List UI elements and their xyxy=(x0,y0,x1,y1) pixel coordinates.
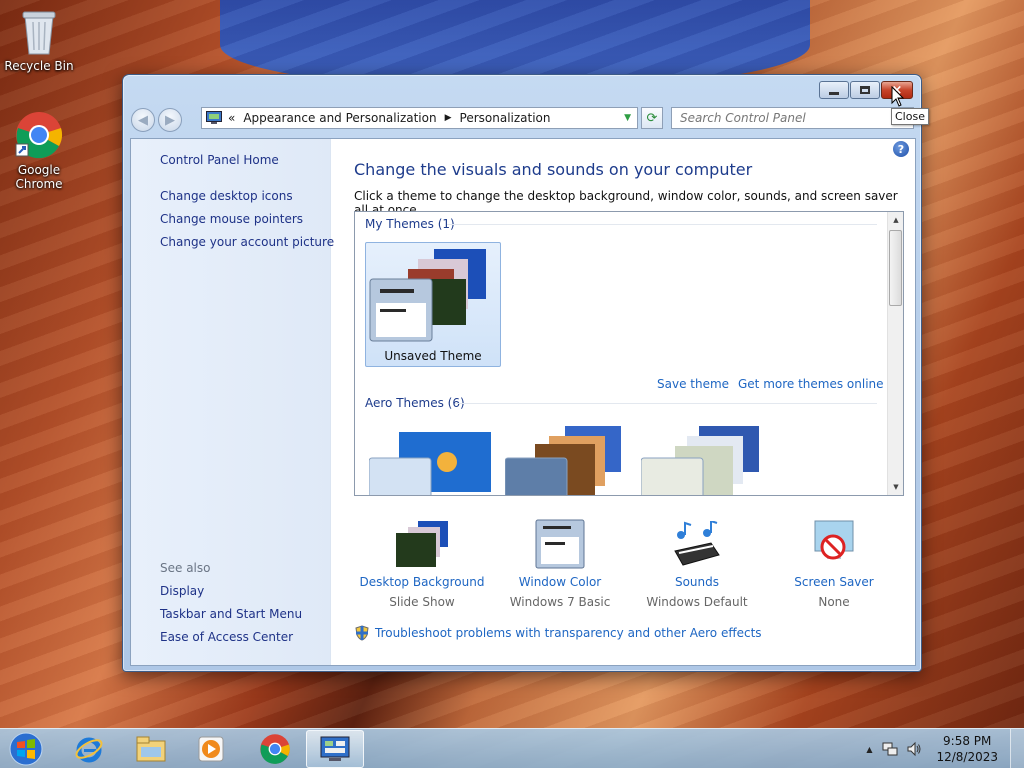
get-more-themes-link[interactable]: Get more themes online xyxy=(738,377,884,391)
aero-themes-heading: Aero Themes (6) xyxy=(365,396,465,410)
network-icon[interactable] xyxy=(882,741,898,757)
navigation-bar: ◀ ▶ « Appearance and Personalization ▶ P… xyxy=(131,107,914,133)
change-desktop-icons-link[interactable]: Change desktop icons xyxy=(160,189,293,203)
back-button[interactable]: ◀ xyxy=(131,108,155,132)
clock-time: 9:58 PM xyxy=(943,734,992,748)
sounds-label: Sounds xyxy=(674,575,720,589)
desktop-background-value: Slide Show xyxy=(389,595,455,609)
content-area: Control Panel Home Change desktop icons … xyxy=(130,138,916,666)
maximize-icon xyxy=(860,86,870,94)
scroll-up-icon[interactable]: ▲ xyxy=(888,212,903,228)
theme-tile-unsaved[interactable]: Unsaved Theme xyxy=(365,242,501,367)
clock[interactable]: 9:58 PM 12/8/2023 xyxy=(936,733,998,765)
sounds-value: Windows Default xyxy=(646,595,748,609)
theme-list-scrollbar[interactable]: ▲ ▼ xyxy=(887,212,903,495)
control-panel-icon xyxy=(206,111,222,124)
volume-icon[interactable] xyxy=(906,741,922,757)
minimize-icon xyxy=(829,91,839,95)
window-color-button[interactable]: Window Color Windows 7 Basic xyxy=(495,515,625,609)
windows-logo-icon xyxy=(9,732,43,766)
media-player-icon xyxy=(198,736,224,762)
save-theme-link[interactable]: Save theme xyxy=(657,377,729,391)
taskbar-media-player[interactable] xyxy=(182,730,240,768)
see-also-heading: See also xyxy=(160,561,211,575)
sounds-icon xyxy=(674,521,720,566)
control-panel-home-link[interactable]: Control Panel Home xyxy=(160,153,279,167)
back-arrow-icon: ◀ xyxy=(138,112,148,128)
group-divider xyxy=(447,224,877,225)
desktop-icon-chrome[interactable]: Google Chrome xyxy=(1,110,77,191)
theme-preview-icon xyxy=(369,249,486,342)
taskbar-internet-explorer[interactable] xyxy=(60,730,118,768)
main-pane: ? Change the visuals and sounds on your … xyxy=(331,139,915,665)
show-desktop-button[interactable] xyxy=(1010,729,1024,768)
start-button[interactable] xyxy=(4,730,48,768)
desktop-icon-recycle-bin[interactable]: Recycle Bin xyxy=(1,8,77,73)
scroll-down-icon[interactable]: ▼ xyxy=(888,479,903,495)
refresh-icon: ⟳ xyxy=(646,110,658,126)
window-color-label: Window Color xyxy=(518,575,602,589)
troubleshoot-link[interactable]: Troubleshoot problems with transparency … xyxy=(354,625,762,641)
aero-theme-windows7-icon[interactable] xyxy=(369,428,499,496)
search-input[interactable]: Search Control Panel xyxy=(671,107,914,129)
change-mouse-pointers-link[interactable]: Change mouse pointers xyxy=(160,212,303,226)
chrome-icon xyxy=(15,112,62,159)
forward-button[interactable]: ▶ xyxy=(158,108,182,132)
sounds-button[interactable]: Sounds Windows Default xyxy=(632,515,762,609)
group-divider xyxy=(455,403,877,404)
taskbar-chrome[interactable] xyxy=(246,730,304,768)
desktop-icon-label: Google Chrome xyxy=(15,163,63,191)
ease-of-access-link[interactable]: Ease of Access Center xyxy=(160,630,293,644)
taskbar-windows-explorer[interactable] xyxy=(122,730,180,768)
shield-icon xyxy=(355,625,369,641)
mouse-cursor-icon xyxy=(891,86,905,107)
windows-explorer-icon xyxy=(136,736,166,762)
screen-saver-icon xyxy=(814,520,854,560)
clock-date: 12/8/2023 xyxy=(936,750,998,764)
refresh-button[interactable]: ⟳ xyxy=(641,107,663,129)
personalization-window: × ◀ ▶ « Appearance and Personalization ▶… xyxy=(122,74,922,672)
recycle-bin-icon xyxy=(22,11,56,55)
breadcrumb-personalization[interactable]: Personalization xyxy=(460,111,551,125)
maximize-button[interactable] xyxy=(850,81,880,99)
aero-theme-characters-icon[interactable] xyxy=(641,422,771,496)
forward-arrow-icon: ▶ xyxy=(165,112,175,128)
page-title: Change the visuals and sounds on your co… xyxy=(354,160,753,179)
address-overflow[interactable]: « xyxy=(228,111,235,125)
system-tray: ▲ 9:58 PM 12/8/2023 xyxy=(866,729,1024,768)
my-themes-heading: My Themes (1) xyxy=(365,217,455,231)
window-color-icon xyxy=(535,519,585,569)
breadcrumb-appearance[interactable]: Appearance and Personalization xyxy=(243,111,436,125)
troubleshoot-label: Troubleshoot problems with transparency … xyxy=(375,626,762,640)
desktop-background-button[interactable]: Desktop Background Slide Show xyxy=(357,515,487,609)
taskbar: ▲ 9:58 PM 12/8/2023 xyxy=(0,728,1024,768)
internet-explorer-icon xyxy=(75,737,103,763)
scroll-thumb[interactable] xyxy=(889,230,902,306)
minimize-button[interactable] xyxy=(819,81,849,99)
theme-name: Unsaved Theme xyxy=(384,349,482,363)
desktop-background-icon xyxy=(396,521,448,567)
theme-list: My Themes (1) Unsaved Theme Save theme G… xyxy=(354,211,904,496)
help-button[interactable]: ? xyxy=(893,141,909,157)
screen-saver-value: None xyxy=(818,595,850,609)
screen-saver-button[interactable]: Screen Saver None xyxy=(769,515,899,609)
control-panel-icon xyxy=(320,736,350,761)
aero-theme-architecture-icon[interactable] xyxy=(505,422,635,496)
address-dropdown-icon[interactable]: ▼ xyxy=(624,113,631,123)
screen-saver-label: Screen Saver xyxy=(794,575,874,589)
address-bar[interactable]: « Appearance and Personalization ▶ Perso… xyxy=(201,107,638,129)
taskbar-start-menu-link[interactable]: Taskbar and Start Menu xyxy=(160,607,302,621)
breadcrumb-separator-icon[interactable]: ▶ xyxy=(445,113,452,123)
taskbar-control-panel[interactable] xyxy=(306,730,364,768)
window-color-value: Windows 7 Basic xyxy=(509,595,611,609)
chrome-icon xyxy=(260,734,290,764)
close-tooltip: Close xyxy=(891,108,929,125)
desktop-icon-label: Recycle Bin xyxy=(4,59,74,73)
left-pane: Control Panel Home Change desktop icons … xyxy=(131,139,334,665)
change-account-picture-link[interactable]: Change your account picture xyxy=(160,235,334,249)
display-link[interactable]: Display xyxy=(160,584,204,598)
desktop-background-label: Desktop Background xyxy=(359,575,485,589)
show-hidden-icons-button[interactable]: ▲ xyxy=(866,745,872,754)
